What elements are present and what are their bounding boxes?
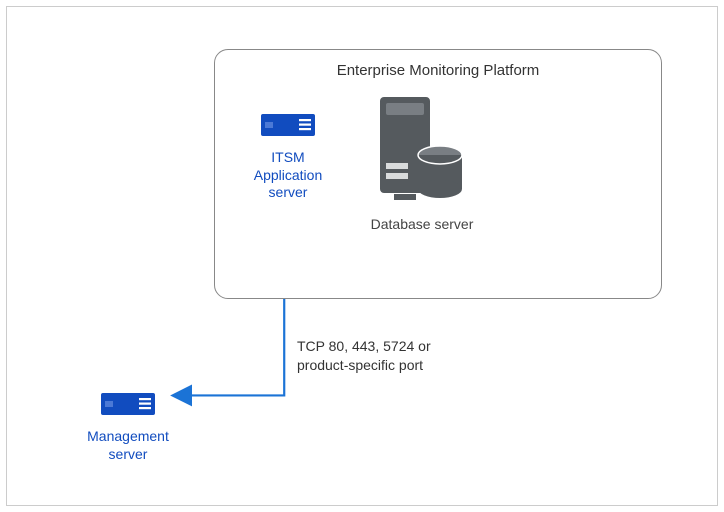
database-server-label: Database server [362, 216, 482, 234]
management-server-label: Management server [73, 428, 183, 463]
database-server-node: Database server [362, 95, 482, 234]
platform-title: Enterprise Monitoring Platform [215, 62, 661, 79]
connection-label: TCP 80, 443, 5724 or product-specific po… [297, 337, 467, 375]
diagram-canvas: Enterprise Monitoring Platform ITSM Appl… [6, 6, 718, 506]
database-server-icon [374, 95, 470, 205]
rack-server-icon [261, 114, 315, 136]
itsm-server-node: ITSM Application server [238, 114, 338, 202]
itsm-server-label: ITSM Application server [238, 149, 338, 202]
rack-server-icon [101, 393, 155, 415]
management-server-node: Management server [73, 393, 183, 463]
